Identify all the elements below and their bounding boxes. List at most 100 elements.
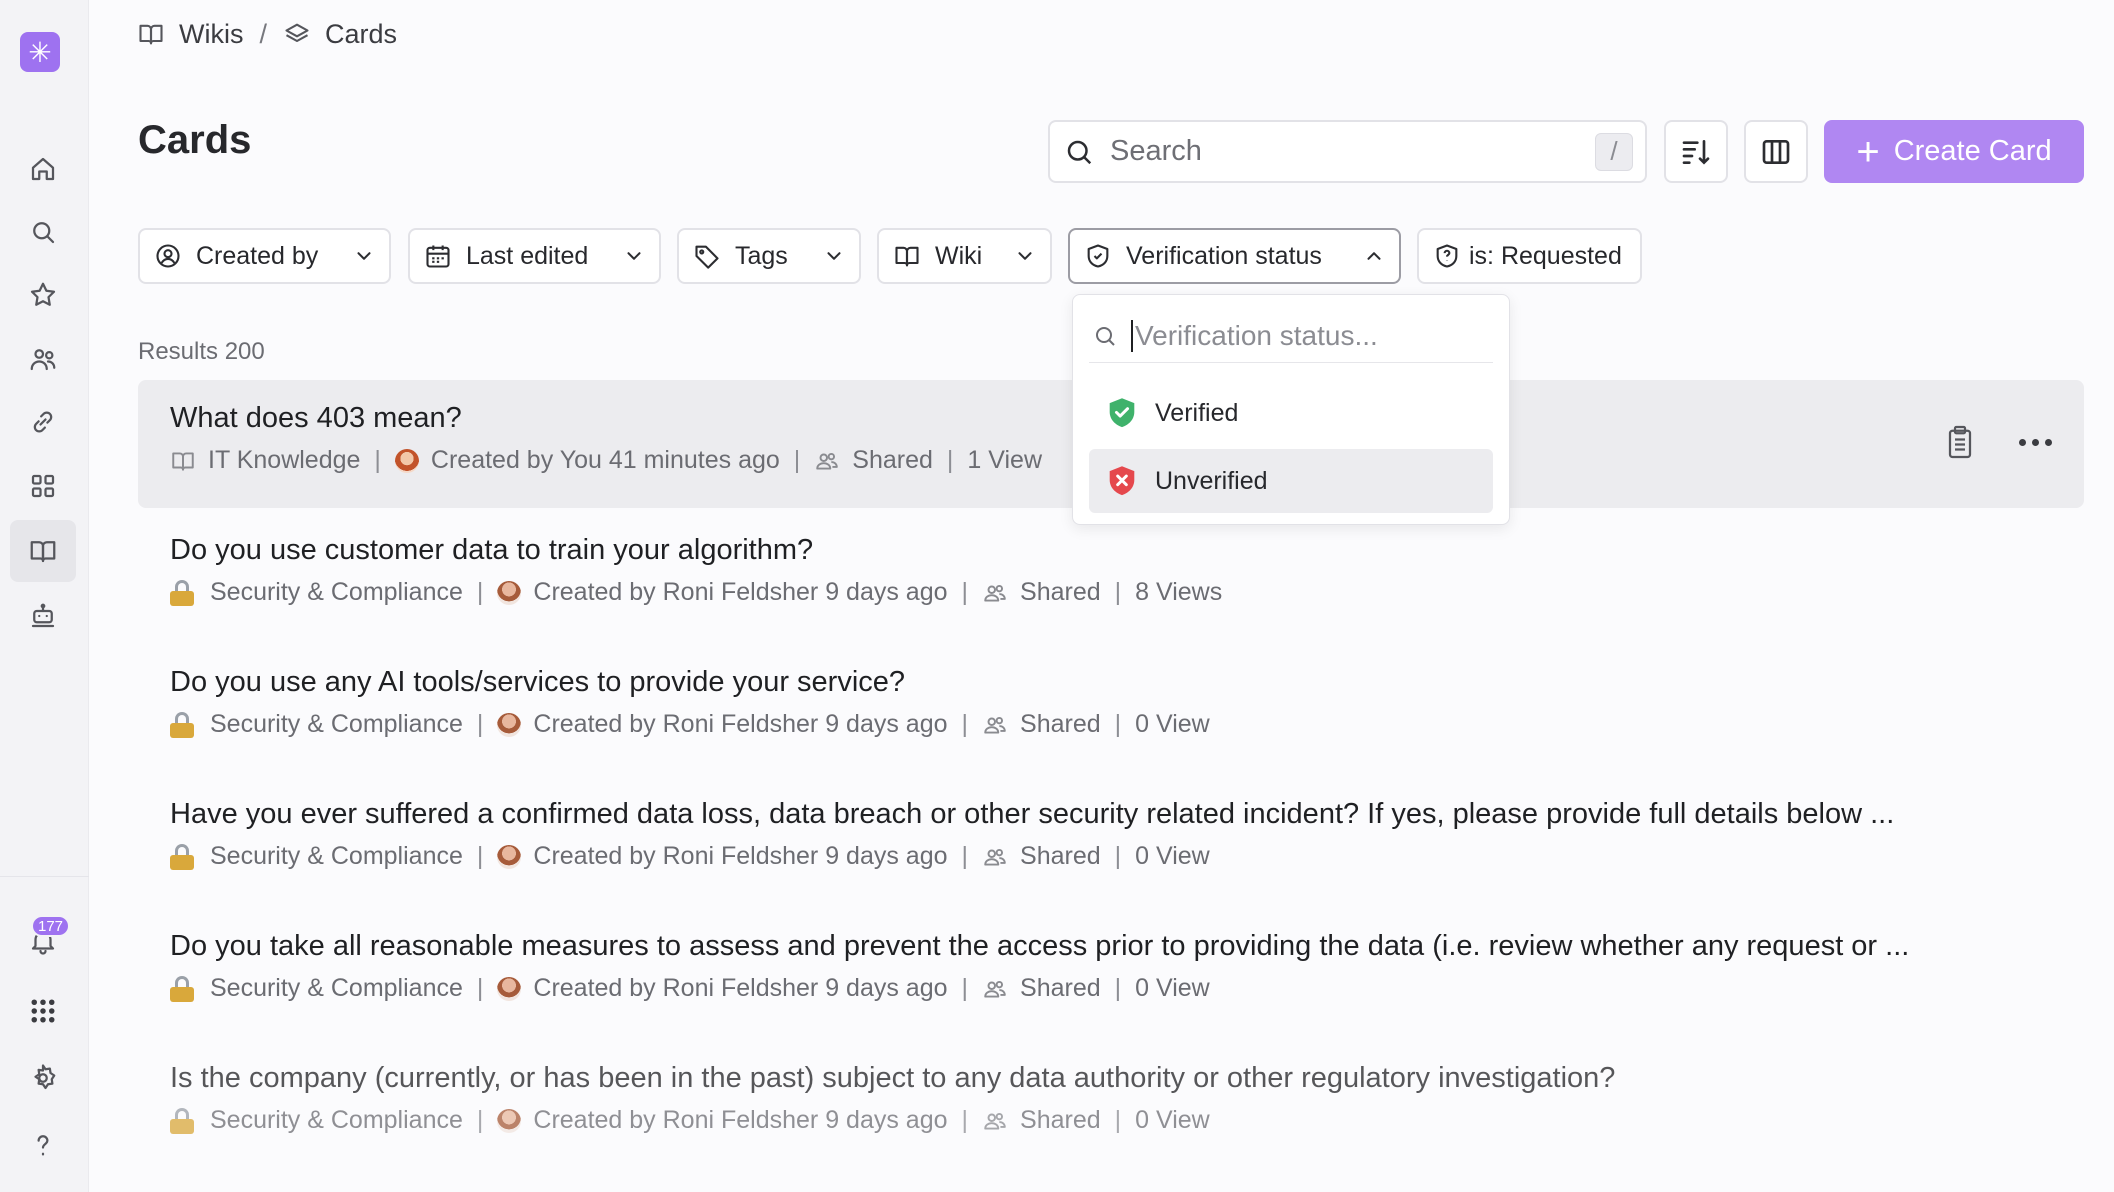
card-row[interactable]: Do you use any AI tools/services to prov… — [138, 644, 2084, 772]
shared-people-icon — [982, 712, 1008, 738]
shield-icon — [1087, 244, 1109, 268]
card-meta: Security & Compliance | Created by Roni … — [170, 842, 1210, 871]
card-created: Created by Roni Feldsher 9 days ago — [533, 1106, 948, 1134]
card-created: Created by Roni Feldsher 9 days ago — [533, 578, 948, 606]
shared-people-icon — [982, 580, 1008, 606]
grid-apps-icon[interactable] — [10, 455, 76, 517]
tag-icon — [695, 245, 719, 269]
card-title[interactable]: What does 403 mean? — [170, 402, 462, 435]
option-unverified[interactable]: Unverified — [1089, 449, 1493, 513]
avatar — [497, 844, 522, 869]
card-meta: Security & Compliance | Created by Roni … — [170, 710, 1210, 739]
results-count: Results 200 — [138, 338, 265, 365]
card-title[interactable]: Do you use any AI tools/services to prov… — [170, 666, 905, 699]
breadcrumb-wikis-link[interactable]: Wikis — [179, 19, 243, 50]
help-icon[interactable] — [10, 1114, 76, 1176]
link-icon[interactable] — [10, 391, 76, 453]
page-title: Cards — [138, 118, 252, 162]
card-row[interactable]: Is the company (currently, or has been i… — [138, 1040, 2084, 1168]
breadcrumb: Wikis / Cards — [137, 16, 397, 52]
filter-tags[interactable]: Tags — [677, 228, 861, 284]
app-logo-icon[interactable]: ✳ — [20, 32, 60, 72]
card-title[interactable]: Have you ever suffered a confirmed data … — [170, 798, 1894, 831]
card-shared: Shared — [1020, 578, 1101, 606]
card-meta: Security & Compliance | Created by Roni … — [170, 1106, 1210, 1135]
create-card-button[interactable]: + Create Card — [1824, 120, 2084, 183]
card-shared: Shared — [852, 446, 933, 474]
shared-people-icon — [814, 448, 840, 474]
filter-is-requested[interactable]: is: Requested — [1417, 228, 1642, 284]
filter-verification-status[interactable]: Verification status — [1068, 228, 1401, 284]
card-wiki[interactable]: IT Knowledge — [208, 446, 360, 475]
dropdown-search-input[interactable]: Verification status... — [1089, 309, 1493, 363]
apps-grid-icon[interactable] — [10, 980, 76, 1042]
card-title[interactable]: Do you use customer data to train your a… — [170, 534, 813, 567]
bot-icon[interactable] — [10, 585, 76, 647]
sort-icon — [1682, 139, 1710, 165]
filter-label: Wiki — [935, 241, 983, 270]
card-wiki[interactable]: Security & Compliance — [210, 710, 463, 739]
clipboard-icon[interactable] — [1945, 424, 1975, 460]
card-title[interactable]: Is the company (currently, or has been i… — [170, 1062, 1615, 1095]
filter-label: Created by — [196, 241, 319, 270]
avatar — [497, 712, 522, 737]
sort-button[interactable] — [1664, 120, 1728, 183]
card-row[interactable]: Do you take all reasonable measures to a… — [138, 908, 2084, 1036]
row-actions — [1945, 424, 2052, 460]
filter-last-edited[interactable]: Last edited — [408, 228, 661, 284]
card-wiki[interactable]: Security & Compliance — [210, 578, 463, 607]
sidebar-divider — [0, 876, 89, 877]
search-input[interactable]: Search / — [1048, 120, 1647, 183]
chevron-down-icon — [627, 252, 641, 260]
sidebar: ✳ 177 — [0, 0, 89, 1192]
columns-view-button[interactable] — [1744, 120, 1808, 183]
lock-icon — [170, 1107, 194, 1134]
filter-label: Verification status — [1126, 241, 1322, 270]
option-verified[interactable]: Verified — [1089, 381, 1493, 445]
shared-people-icon — [982, 1108, 1008, 1134]
star-icon[interactable] — [10, 264, 76, 326]
filter-label: Tags — [735, 241, 788, 270]
card-meta: Security & Compliance | Created by Roni … — [170, 974, 1210, 1003]
search-nav-icon[interactable] — [10, 201, 76, 263]
settings-gear-icon[interactable] — [10, 1047, 76, 1109]
filter-label: Last edited — [466, 241, 589, 270]
card-wiki[interactable]: Security & Compliance — [210, 1106, 463, 1135]
card-row[interactable]: Do you use customer data to train your a… — [138, 512, 2084, 640]
card-meta: Security & Compliance | Created by Roni … — [170, 578, 1222, 607]
dropdown-search-placeholder: Verification status... — [1131, 319, 1378, 352]
card-title[interactable]: Do you take all reasonable measures to a… — [170, 930, 1909, 963]
card-views: 0 View — [1135, 842, 1210, 870]
lock-icon — [170, 579, 194, 606]
create-card-label: Create Card — [1893, 135, 2052, 167]
book-icon — [170, 448, 196, 474]
more-options-icon[interactable] — [2019, 438, 2052, 446]
card-wiki[interactable]: Security & Compliance — [210, 974, 463, 1003]
card-views: 0 View — [1135, 1106, 1210, 1134]
filter-label: is: Requested — [1469, 241, 1622, 270]
columns-icon — [1762, 139, 1790, 164]
layers-icon — [285, 23, 309, 43]
card-wiki[interactable]: Security & Compliance — [210, 842, 463, 871]
verification-status-dropdown: Verification status... Verified Unverifi… — [1072, 294, 1510, 525]
card-row[interactable]: Have you ever suffered a confirmed data … — [138, 776, 2084, 904]
people-icon[interactable] — [10, 328, 76, 390]
lock-icon — [170, 711, 194, 738]
home-icon[interactable] — [10, 138, 76, 200]
option-label: Unverified — [1155, 466, 1268, 495]
calendar-icon — [426, 245, 450, 268]
card-meta: IT Knowledge | Created by You 41 minutes… — [170, 446, 1042, 475]
plus-icon: + — [1856, 129, 1880, 174]
breadcrumb-separator: / — [259, 18, 267, 49]
filter-created-by[interactable]: Created by — [138, 228, 391, 284]
lock-icon — [170, 843, 194, 870]
card-shared: Shared — [1020, 842, 1101, 870]
avatar — [497, 580, 522, 605]
user-circle-icon — [156, 244, 180, 268]
chevron-down-icon — [1018, 252, 1032, 260]
filter-wiki[interactable]: Wiki — [877, 228, 1052, 284]
chevron-down-icon — [357, 252, 371, 260]
card-created: Created by Roni Feldsher 9 days ago — [533, 974, 948, 1002]
wiki-book-icon[interactable] — [10, 520, 76, 582]
breadcrumb-current: Cards — [325, 18, 398, 49]
